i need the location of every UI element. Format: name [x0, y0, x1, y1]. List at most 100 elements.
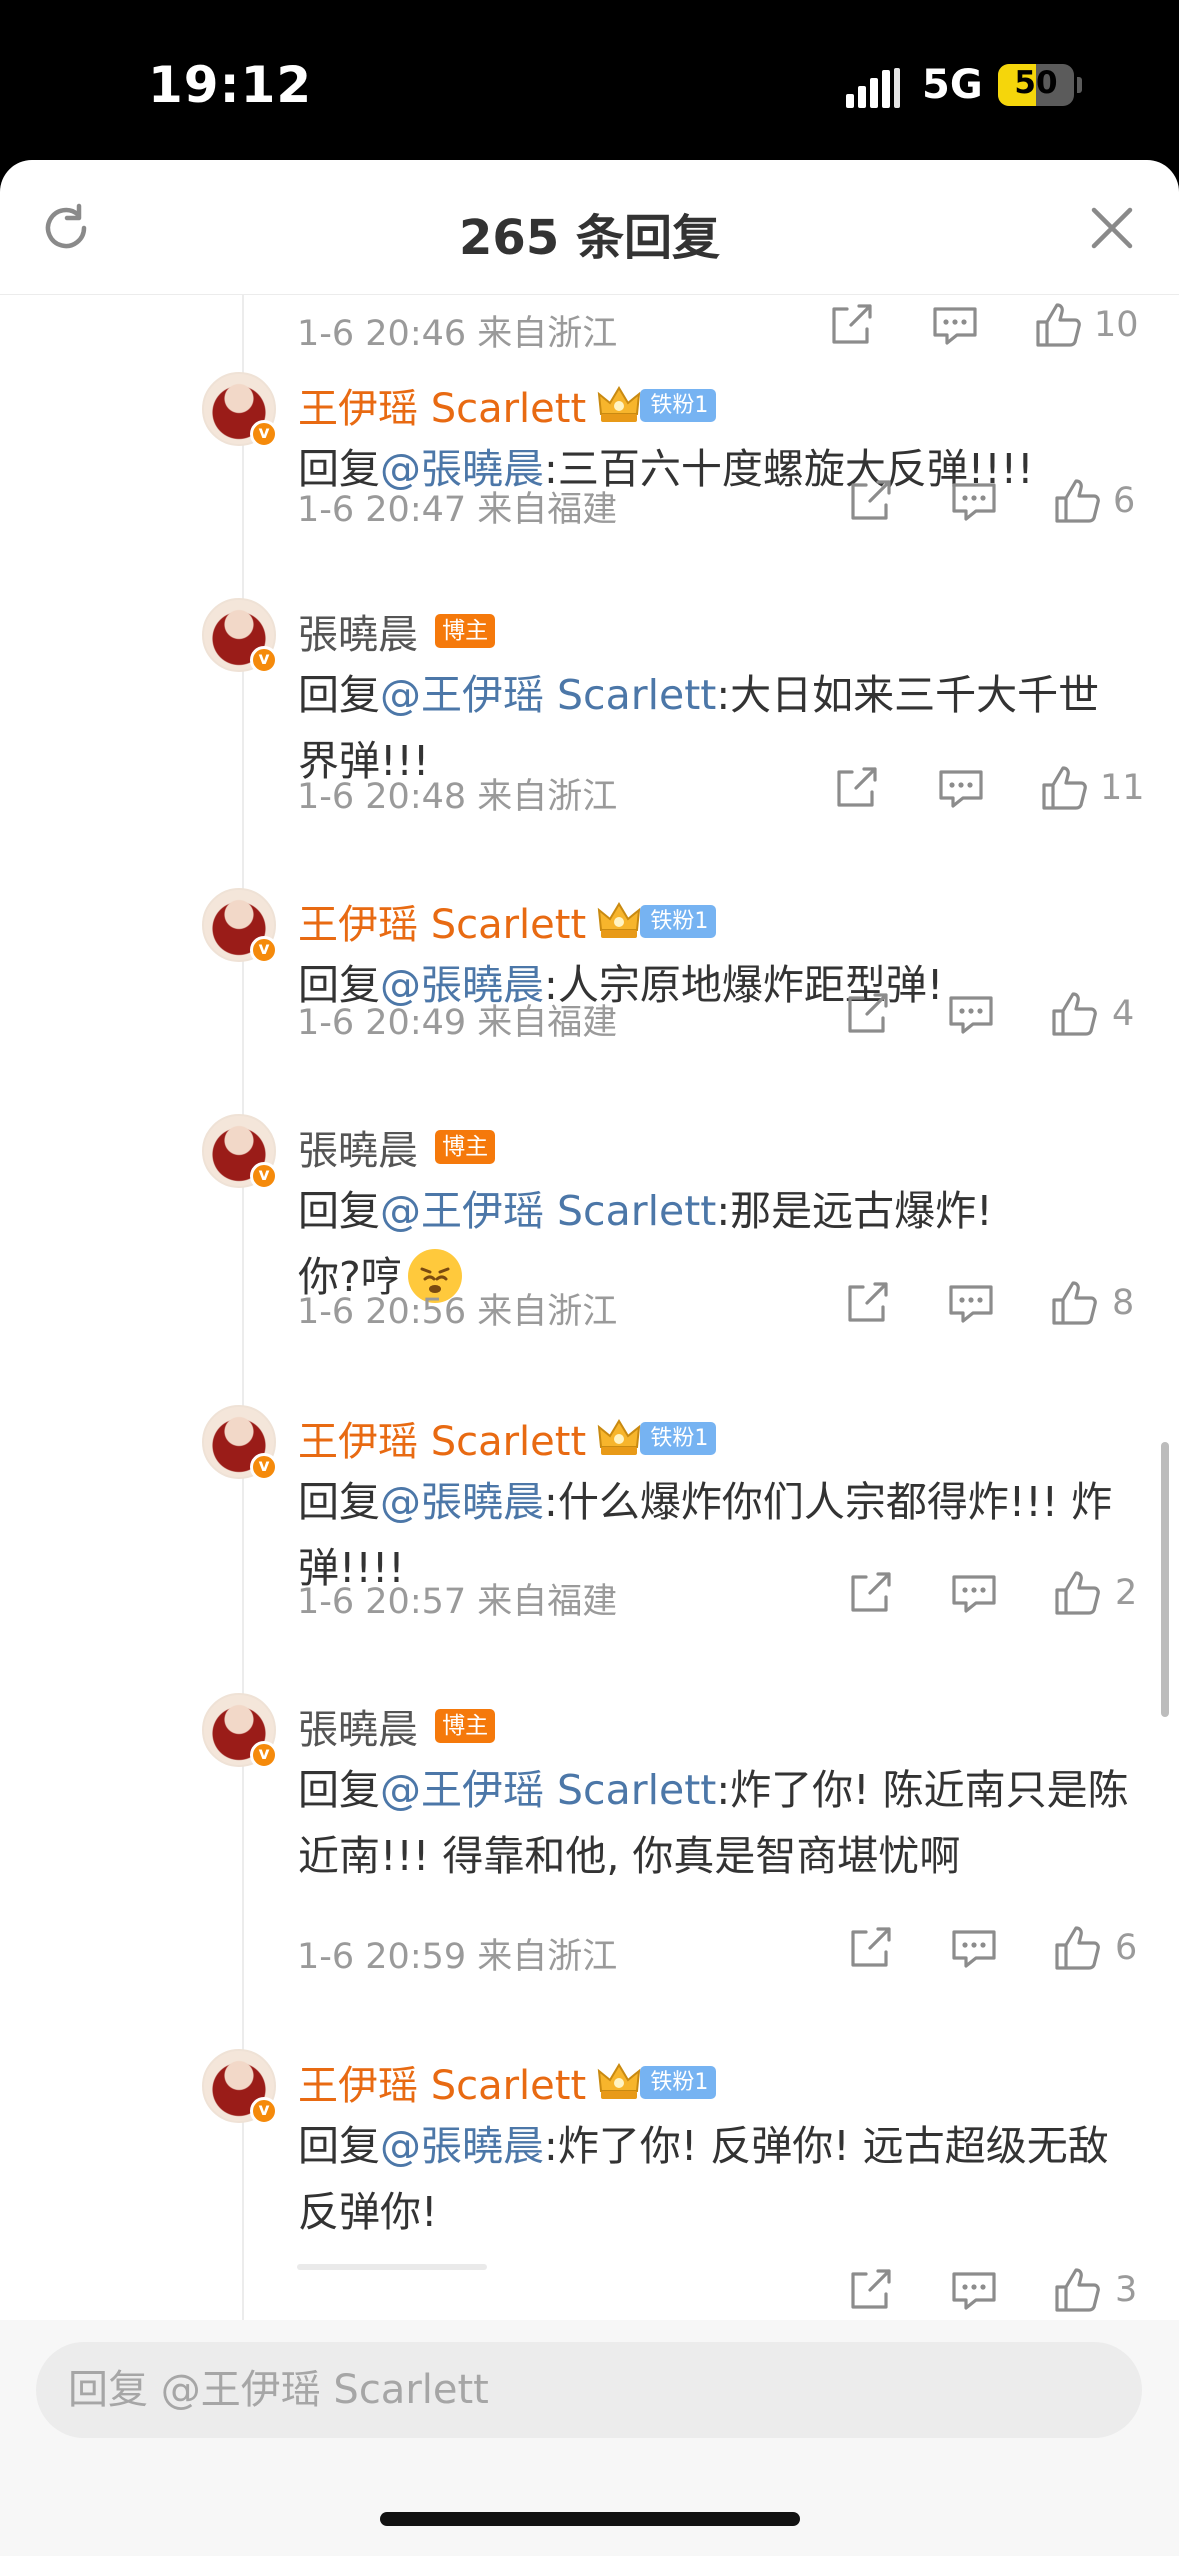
avatar[interactable]: v	[202, 1114, 278, 1190]
reply-prefix: 回复	[298, 671, 380, 719]
fan-badge: 铁粉1	[640, 388, 717, 422]
reply-bar: 回复 @王伊瑶 Scarlett	[0, 2320, 1179, 2556]
mention-link[interactable]: @王伊瑶 Scarlett	[380, 1766, 716, 1814]
like-count: 8	[1112, 1283, 1135, 1323]
share-icon[interactable]	[842, 1565, 898, 1621]
comment-meta: 1-6 20:56 来自浙江 8	[297, 1275, 1152, 1332]
avatar[interactable]: v	[202, 1693, 278, 1769]
comment-icon[interactable]	[943, 986, 999, 1042]
comment-time-location: 1-6 20:59 来自浙江	[297, 1937, 618, 1977]
comment-icon[interactable]	[933, 760, 989, 816]
scrollbar[interactable]	[1161, 1442, 1169, 1717]
verified-badge-icon: v	[250, 936, 278, 964]
share-icon[interactable]	[839, 1275, 895, 1331]
mention-link[interactable]: @張曉晨	[380, 1478, 544, 1526]
crown-icon	[597, 384, 641, 426]
verified-badge-icon: v	[250, 420, 278, 448]
username[interactable]: 張曉晨	[298, 1128, 418, 1174]
avatar[interactable]: v	[202, 372, 278, 448]
battery-level: 50	[1014, 65, 1058, 101]
like-icon[interactable]	[1046, 1275, 1102, 1331]
share-icon[interactable]	[828, 760, 884, 816]
like-count: 6	[1115, 1928, 1138, 1968]
like-count: 3	[1115, 2270, 1138, 2310]
share-icon[interactable]	[823, 297, 879, 353]
username[interactable]: 王伊瑶 Scarlett	[298, 2063, 586, 2109]
comment-icon[interactable]	[946, 2262, 1002, 2318]
like-icon[interactable]	[1036, 760, 1092, 816]
comment-icon[interactable]	[946, 473, 1002, 529]
like-count: 2	[1115, 1573, 1138, 1613]
comment-meta: 1-6 20:48 来自浙江 11	[297, 760, 1152, 817]
like-icon[interactable]	[1049, 2262, 1105, 2318]
username[interactable]: 張曉晨	[298, 612, 418, 658]
comment-icon[interactable]	[943, 1275, 999, 1331]
share-icon[interactable]	[842, 473, 898, 529]
like-icon[interactable]	[1049, 1565, 1105, 1621]
avatar[interactable]: v	[202, 888, 278, 964]
fan-badge: 铁粉1	[640, 2065, 717, 2099]
comment-icon[interactable]	[946, 1565, 1002, 1621]
like-icon[interactable]	[1046, 986, 1102, 1042]
comment-time-location: 1-6 20:48 来自浙江	[297, 777, 618, 817]
like-icon[interactable]	[1030, 297, 1086, 353]
username[interactable]: 王伊瑶 Scarlett	[298, 1419, 586, 1465]
mention-link[interactable]: @王伊瑶 Scarlett	[380, 1187, 716, 1235]
crown-icon	[597, 900, 641, 942]
like-count: 10	[1094, 305, 1139, 345]
comment-time-location: 1-6 20:56 来自浙江	[297, 1292, 618, 1332]
username[interactable]: 張曉晨	[298, 1707, 418, 1753]
avatar[interactable]: v	[202, 598, 278, 674]
like-icon[interactable]	[1049, 473, 1105, 529]
host-badge: 博主	[435, 1709, 496, 1743]
host-badge: 博主	[435, 1130, 496, 1164]
timestamp-placeholder	[297, 2264, 487, 2270]
battery-icon: 50	[998, 64, 1074, 106]
reply-prefix: 回复	[298, 1187, 380, 1235]
home-indicator[interactable]	[380, 2512, 800, 2526]
reply-prefix: 回复	[298, 1766, 380, 1814]
comment-meta: 3	[297, 2262, 1152, 2318]
comment-time-location: 1-6 20:46 来自浙江	[297, 314, 618, 354]
comment-icon[interactable]	[946, 1920, 1002, 1976]
reply-prefix: 回复	[298, 1478, 380, 1526]
comment-meta: 1-6 20:46 来自浙江 10	[297, 297, 1152, 354]
battery-cap	[1077, 77, 1082, 93]
sheet-header: 265 条回复	[0, 160, 1179, 295]
comment-text: 回复@王伊瑶 Scarlett:炸了你! 陈近南只是陈近南!!! 得靠和他, 你…	[298, 1757, 1140, 1889]
fan-badge: 铁粉1	[640, 1421, 717, 1455]
username[interactable]: 王伊瑶 Scarlett	[298, 902, 586, 948]
fan-badge: 铁粉1	[640, 904, 717, 938]
verified-badge-icon: v	[250, 1453, 278, 1481]
crown-icon	[597, 2061, 641, 2103]
share-icon[interactable]	[839, 986, 895, 1042]
comment-meta: 1-6 20:49 来自福建 4	[297, 986, 1152, 1043]
verified-badge-icon: v	[250, 646, 278, 674]
comment-time-location: 1-6 20:49 来自福建	[297, 1003, 618, 1043]
like-icon[interactable]	[1049, 1920, 1105, 1976]
network-type: 5G	[922, 62, 983, 108]
cellular-signal-icon	[846, 68, 902, 108]
close-icon[interactable]	[1086, 202, 1138, 254]
share-icon[interactable]	[842, 2262, 898, 2318]
host-badge: 博主	[435, 614, 496, 648]
verified-badge-icon: v	[250, 1162, 278, 1190]
comment-text: 回复@張曉晨:炸了你! 反弹你! 远古超级无敌反弹你!	[298, 2113, 1140, 2245]
page-title: 265 条回复	[459, 210, 720, 266]
comment-time-location: 1-6 20:57 来自福建	[297, 1582, 618, 1622]
avatar[interactable]: v	[202, 2049, 278, 2125]
comment-icon[interactable]	[927, 297, 983, 353]
reply-input[interactable]: 回复 @王伊瑶 Scarlett	[36, 2342, 1142, 2438]
avatar[interactable]: v	[202, 1405, 278, 1481]
mention-link[interactable]: @王伊瑶 Scarlett	[380, 671, 716, 719]
comment-time-location: 1-6 20:47 来自福建	[297, 490, 618, 530]
username[interactable]: 王伊瑶 Scarlett	[298, 386, 586, 432]
reply-prefix: 回复	[298, 2122, 380, 2170]
status-bar: 19:12 5G 50	[0, 0, 1179, 165]
crown-icon	[597, 1417, 641, 1459]
comment-meta: 1-6 20:47 来自福建 6	[297, 473, 1152, 530]
share-icon[interactable]	[842, 1920, 898, 1976]
comment-meta: 1-6 20:57 来自福建 2	[297, 1565, 1152, 1622]
status-time: 19:12	[148, 56, 313, 114]
mention-link[interactable]: @張曉晨	[380, 2122, 544, 2170]
